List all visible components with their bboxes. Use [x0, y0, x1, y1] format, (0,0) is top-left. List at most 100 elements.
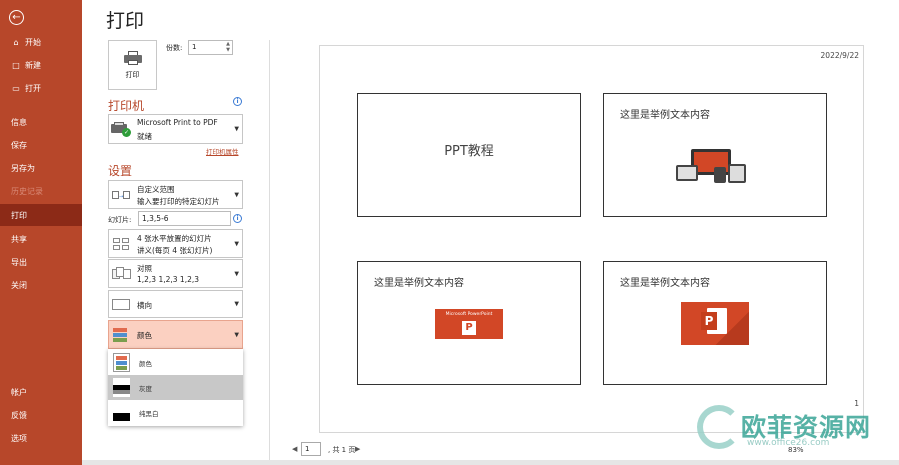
slide-caption: 这里是举例文本内容 [620, 278, 710, 289]
range-line1: 自定义范围 [137, 185, 175, 194]
chevron-down-icon: ▼ [234, 191, 239, 198]
four-slides-icon [111, 237, 131, 251]
open-folder-icon: ▭ [12, 83, 20, 93]
chevron-down-icon: ▼ [234, 125, 239, 133]
layout-line1: 4 张水平放置的幻灯片 [137, 234, 212, 243]
nav-item-home[interactable]: ⌂ 开始 [0, 31, 82, 53]
nav-item-print[interactable]: 打印 [0, 204, 82, 226]
collate-icon [111, 266, 131, 281]
black-white-option-label: 纯黑白 [139, 410, 159, 418]
printer-dropdown[interactable]: ✓ Microsoft Print to PDF 就绪 ▼ [108, 114, 243, 144]
home-icon: ⌂ [13, 37, 19, 47]
nav-item-info[interactable]: 信息 [0, 111, 82, 133]
nav-item-label: 另存为 [11, 163, 35, 173]
powerpoint-logo-icon: P [681, 302, 749, 345]
info-icon[interactable]: i [233, 214, 242, 223]
layout-dropdown[interactable]: 4 张水平放置的幻灯片 讲义(每页 4 张幻灯片) ▼ [108, 229, 243, 258]
color-swatch-icon [113, 353, 130, 372]
devices-image-icon [676, 149, 746, 185]
grayscale-swatch-icon [113, 378, 130, 397]
color-swatch-icon [111, 327, 131, 342]
nav-item-label: 选项 [11, 433, 27, 443]
nav-item-label: 打开 [25, 83, 41, 93]
info-icon[interactable]: i [233, 97, 242, 106]
nav-item-feedback[interactable]: 反馈 [0, 404, 82, 426]
nav-item-new[interactable]: □ 新建 [0, 54, 82, 76]
grayscale-option-label: 灰度 [139, 385, 152, 393]
slide-caption: 这里是举例文本内容 [374, 278, 464, 289]
pane-divider [269, 40, 270, 460]
nav-item-account[interactable]: 帐户 [0, 381, 82, 403]
nav-item-label: 共享 [11, 234, 27, 244]
slide-title: PPT教程 [444, 144, 494, 159]
slides-input[interactable]: 1,3,5-6 [138, 211, 231, 226]
nav-item-close[interactable]: 关闭 [0, 274, 82, 296]
nav-item-label: 开始 [25, 37, 41, 47]
slide-caption: 这里是举例文本内容 [620, 110, 710, 121]
back-arrow-icon[interactable]: ← [9, 10, 24, 25]
copies-value: 1 [192, 43, 197, 51]
print-button-label: 打印 [125, 70, 140, 79]
chevron-down-icon: ▼ [234, 331, 239, 338]
slides-label: 幻灯片: [108, 216, 132, 224]
collate-line2: 1,2,3 1,2,3 1,2,3 [137, 275, 200, 284]
black-white-swatch-icon [113, 403, 130, 422]
nav-item-label: 关闭 [11, 280, 27, 290]
collate-line1: 对照 [137, 264, 152, 273]
color-dropdown[interactable]: 颜色 ▼ [108, 320, 243, 349]
nav-item-save-as[interactable]: 另存为 [0, 157, 82, 179]
preview-slide: 这里是举例文本内容 P [603, 261, 827, 385]
grayscale-option[interactable]: 灰度 [108, 375, 243, 400]
watermark-logo-icon [697, 405, 741, 449]
print-button[interactable]: 打印 [108, 40, 157, 90]
preview-slide: 这里是举例文本内容 [603, 93, 827, 217]
next-page-icon[interactable]: ▶ [355, 445, 360, 453]
page-title: 打印 [106, 10, 145, 32]
nav-item-history[interactable]: 历史记录 [0, 180, 82, 202]
collate-dropdown[interactable]: 对照 1,2,3 1,2,3 1,2,3 ▼ [108, 259, 243, 288]
watermark: 欧菲资源网 www.office26.com [697, 402, 897, 462]
page-number-input[interactable]: 1 [301, 442, 321, 456]
black-white-option[interactable]: 纯黑白 [108, 400, 243, 425]
preview-date: 2022/9/22 [820, 51, 859, 60]
nav-item-share[interactable]: 共享 [0, 228, 82, 250]
printer-heading: 打印机 [108, 99, 145, 113]
printer-properties-link[interactable]: 打印机属性 [206, 146, 239, 156]
powerpoint-logo-icon: P [462, 321, 476, 335]
printer-status: 就绪 [137, 132, 152, 141]
orientation-label: 横向 [137, 301, 152, 310]
chevron-down-icon: ▼ [234, 270, 239, 277]
range-line2: 输入要打印的特定幻灯片 [137, 197, 220, 206]
copies-stepper[interactable]: 1 ▲ ▼ [188, 40, 233, 55]
nav-item-open[interactable]: ▭ 打开 [0, 77, 82, 99]
nav-item-save[interactable]: 保存 [0, 134, 82, 156]
spin-arrows-icon[interactable]: ▲ ▼ [226, 41, 230, 53]
chevron-down-icon: ▼ [234, 240, 239, 247]
orientation-dropdown[interactable]: 横向 ▼ [108, 290, 243, 318]
printer-name: Microsoft Print to PDF [137, 118, 218, 127]
nav-item-label: 打印 [11, 210, 27, 220]
powerpoint-banner: Microsoft PowerPoint P [435, 309, 503, 339]
color-menu: 颜色 灰度 纯黑白 [108, 349, 243, 426]
printer-ready-icon: ✓ [111, 122, 131, 137]
color-option-label: 颜色 [139, 360, 152, 368]
color-option[interactable]: 颜色 [108, 350, 243, 375]
layout-line2: 讲义(每页 4 张幻灯片) [137, 246, 213, 255]
nav-item-label: 信息 [11, 117, 27, 127]
nav-item-export[interactable]: 导出 [0, 251, 82, 273]
custom-range-icon: → [111, 188, 131, 202]
nav-item-label: 反馈 [11, 410, 27, 420]
prev-page-icon[interactable]: ◀ [292, 445, 297, 453]
banner-text: Microsoft PowerPoint [445, 312, 493, 317]
nav-item-label: 导出 [11, 257, 27, 267]
new-doc-icon: □ [12, 60, 20, 70]
nav-item-label: 新建 [25, 60, 41, 70]
watermark-url: www.office26.com [747, 438, 830, 448]
nav-item-options[interactable]: 选项 [0, 427, 82, 449]
nav-item-label: 历史记录 [11, 186, 43, 196]
settings-heading: 设置 [108, 164, 133, 178]
preview-slide: 这里是举例文本内容 Microsoft PowerPoint P [357, 261, 581, 385]
nav-item-label: 保存 [11, 140, 27, 150]
print-range-dropdown[interactable]: → 自定义范围 输入要打印的特定幻灯片 ▼ [108, 180, 243, 209]
print-preview-page: 2022/9/22 PPT教程 这里是举例文本内容 这里是举例文本内容 Micr… [319, 45, 864, 433]
